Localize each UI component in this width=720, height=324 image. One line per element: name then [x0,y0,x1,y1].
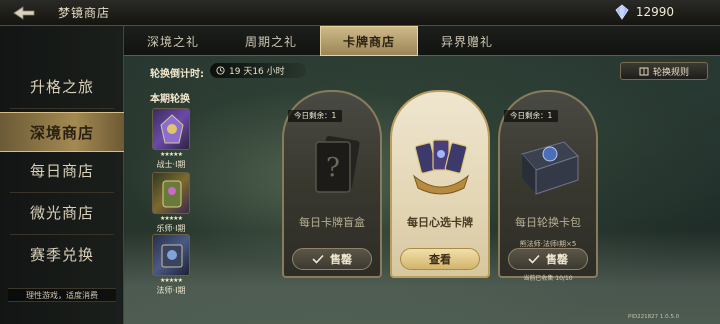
clock-icon [216,66,225,75]
shop-card-daily-pick[interactable]: 每日心选卡牌 查看 [390,90,490,278]
mage-card-art [152,234,190,276]
rarity-stars: ★★★★★ [160,277,183,284]
rarity-stars: ★★★★★ [160,151,183,158]
currency-amount: 12990 [635,5,674,19]
currency-display: 12990 [614,4,674,20]
svg-text:?: ? [326,153,340,183]
rotation-rules-label: 轮换规则 [652,67,689,78]
nav-item-daily-shop[interactable]: 每日商店 [0,150,124,190]
back-arrow-icon [13,5,35,20]
sold-out-label: 售罄 [330,253,352,266]
shop-card-rotation-pack[interactable]: 今日剩余：1 熊法师·法师I期×5 每日轮换卡包 售罄 当前已收集 10/10 [498,90,598,282]
card-pack-icon [521,141,579,195]
nav-footer-notice: 理性游戏，适度消费 [8,288,116,302]
page-title: 梦镜商店 [58,6,111,20]
check-icon [312,254,324,264]
rotation-item-label: 战士·I期 [156,160,186,169]
rotation-item-label: 乐师·I期 [156,224,186,233]
shop-card-blind-box[interactable]: 今日剩余：1 ? 每日卡牌盲盒 售罄 [282,90,382,278]
check-icon [528,254,540,264]
sold-out-button[interactable]: 售罄 [508,248,588,270]
mage-card-icon [161,244,183,268]
rotation-item[interactable]: ★★★★★ 法师·I期 [148,234,194,296]
book-icon [639,67,649,75]
rotation-title: 本期轮换 [150,94,190,105]
rotation-item[interactable]: ★★★★★ 乐师·I期 [148,172,194,234]
sold-out-label: 售罄 [546,253,568,266]
back-button[interactable] [0,0,48,26]
gem-icon [615,4,629,20]
tab-deep-gift[interactable]: 深境之礼 [124,26,222,56]
build-version: PID221827 1.0.5.0 [628,314,680,320]
countdown-value: 19 天16 小时 [229,67,285,77]
warrior-card-art [152,108,190,150]
bard-card-icon [162,180,182,208]
bard-card-art [152,172,190,214]
collection-progress: 当前已收集 10/10 [523,275,573,282]
countdown-timer: 19 天16 小时 [210,63,306,78]
card-name: 每日轮换卡包 [515,216,581,229]
rotation-item[interactable]: ★★★★★ 战士·I期 [148,108,194,170]
card-fan-icon [412,139,470,195]
tab-cycle-gift[interactable]: 周期之礼 [222,26,320,56]
countdown-label: 轮换倒计时: [150,69,204,80]
rotation-item-label: 法师·I期 [156,286,186,295]
rotation-rules-button[interactable]: 轮换规则 [620,62,708,80]
warrior-card-icon [160,114,184,144]
nav-item-deep-shop[interactable]: 深境商店 [0,112,124,152]
card-name: 每日心选卡牌 [407,216,473,229]
top-bar: 梦镜商店 12990 [0,0,720,26]
mystery-card-icon: ? [315,136,360,193]
sold-out-button[interactable]: 售罄 [292,248,372,270]
daily-remaining-badge: 今日剩余：1 [504,110,559,122]
view-button[interactable]: 查看 [400,248,480,270]
nav-item-glimmer-shop[interactable]: 微光商店 [0,192,124,232]
nav-item-ascension[interactable]: 升格之旅 [0,66,124,106]
rarity-stars: ★★★★★ [160,215,183,222]
tab-otherworld-gift[interactable]: 异界赠礼 [418,26,516,56]
side-nav: 升格之旅 深境商店 每日商店 微光商店 赛季兑换 理性游戏，适度消费 [0,26,124,324]
nav-item-season-exchange[interactable]: 赛季兑换 [0,234,124,274]
nav-divider [10,108,114,109]
tab-card-shop[interactable]: 卡牌商店 [320,26,418,56]
shop-tabs: 深境之礼 周期之礼 卡牌商店 异界赠礼 [124,26,720,56]
card-name: 每日卡牌盲盒 [299,216,365,229]
daily-remaining-badge: 今日剩余：1 [288,110,343,122]
